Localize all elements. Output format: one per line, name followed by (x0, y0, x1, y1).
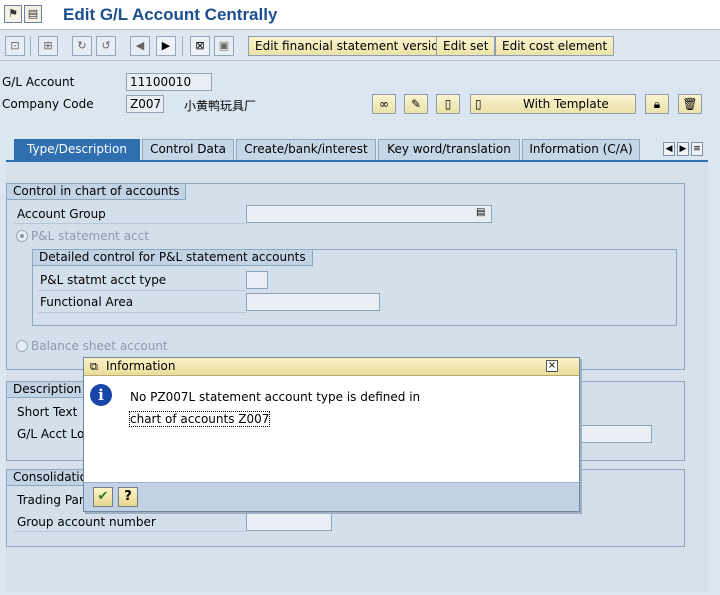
page-title: Edit G/L Account Centrally (63, 5, 278, 24)
confirm-check-icon[interactable]: ✔ (93, 487, 113, 507)
dialog-window-icon: ⧉ (90, 360, 98, 373)
pencil-icon[interactable]: ✎ (404, 94, 428, 114)
dialog-title: Information (106, 359, 176, 373)
tab-list-icon[interactable]: ≡ (691, 142, 703, 156)
dropdown-icon[interactable]: ▤ (476, 207, 485, 218)
tab-information-ca[interactable]: Information (C/A) (522, 139, 640, 160)
account-group-dropdown[interactable] (246, 205, 492, 223)
title-bar: ⚑ ▤ Edit G/L Account Centrally (0, 0, 720, 30)
company-code-field[interactable]: Z007 (126, 95, 164, 113)
trash-icon[interactable]: 🗑︎ (678, 94, 702, 114)
info-icon: i (90, 384, 112, 406)
gl-account-field[interactable]: 11100010 (126, 73, 212, 91)
application-toolbar: ⊡ ⊞ ↻ ↺ ◀ ▶ ⊠ ▣ Edit financial statement… (0, 31, 720, 61)
toolbar-separator (182, 36, 183, 56)
account-group-label: Account Group (17, 207, 106, 221)
tab-control-data[interactable]: Control Data (142, 139, 234, 160)
balance-sheet-label: Balance sheet account (31, 339, 168, 353)
lock-icon[interactable]: 🔒︎ (645, 94, 669, 114)
delete-icon[interactable]: ⊠ (190, 36, 210, 56)
pl-statement-radio[interactable] (16, 230, 28, 242)
functional-area-label: Functional Area (40, 295, 134, 309)
refresh-icon[interactable]: ↻ (72, 36, 92, 56)
dialog-title-bar: ⧉ Information × (84, 358, 579, 376)
functional-area-field[interactable] (246, 293, 380, 311)
dialog-message-line1: No PZ007L statement account type is defi… (130, 390, 421, 404)
tab-scroll-left-icon[interactable]: ◀ (663, 142, 675, 156)
toolbar-separator (30, 36, 31, 56)
pl-statement-label: P&L statement acct (31, 229, 149, 243)
trading-partner-label: Trading Part (17, 493, 89, 507)
system-menu-icon[interactable]: ▤ (24, 5, 42, 23)
balance-sheet-radio[interactable] (16, 340, 28, 352)
company-name: 小黄鸭玩具厂 (184, 99, 257, 113)
menu-icon[interactable]: ⚑ (4, 5, 22, 23)
new-document-icon[interactable]: ▯ (436, 94, 460, 114)
row-divider (38, 312, 246, 313)
pl-detail-group: Detailed control for P&L statement accou… (32, 249, 677, 326)
dialog-message-line2: chart of accounts Z007 (128, 411, 271, 427)
close-icon[interactable]: × (546, 360, 558, 372)
long-text-field[interactable] (578, 425, 652, 443)
document-icon[interactable]: ▣ (214, 36, 234, 56)
other-object-icon[interactable]: ⊡ (5, 36, 25, 56)
company-code-label: Company Code (2, 97, 94, 111)
pl-type-label: P&L statmt acct type (40, 273, 167, 287)
display-change-icon[interactable]: ⊞ (38, 36, 58, 56)
gl-account-label: G/L Account (2, 75, 75, 89)
edit-fs-version-button[interactable]: Edit financial statement version (248, 36, 454, 56)
tab-keyword-translation[interactable]: Key word/translation (378, 139, 520, 160)
group-title: Detailed control for P&L statement accou… (33, 250, 313, 266)
with-template-button[interactable]: ▯ With Template (470, 94, 636, 114)
help-icon[interactable]: ? (118, 487, 138, 507)
dialog-footer: ✔ ? (84, 482, 579, 511)
with-template-label: With Template (523, 97, 609, 111)
group-account-field[interactable] (246, 513, 332, 531)
title-icons: ⚑ ▤ (4, 5, 42, 23)
tab-type-description[interactable]: Type/Description (14, 139, 140, 161)
row-divider (38, 290, 246, 291)
group-account-label: Group account number (17, 515, 156, 529)
short-text-label: Short Text (17, 405, 78, 419)
edit-set-button[interactable]: Edit set (436, 36, 496, 56)
row-divider (14, 531, 246, 532)
template-document-icon: ▯ (475, 97, 482, 111)
group-title: Control in chart of accounts (7, 184, 187, 200)
row-divider (14, 223, 246, 224)
information-dialog: ⧉ Information × i No PZ007L statement ac… (83, 357, 580, 512)
next-icon[interactable]: ▶ (156, 36, 176, 56)
long-text-label: G/L Acct Lo (17, 427, 85, 441)
previous-icon[interactable]: ◀ (130, 36, 150, 56)
edit-cost-element-button[interactable]: Edit cost element (495, 36, 615, 56)
glasses-icon[interactable]: ∞ (372, 94, 396, 114)
undo-icon[interactable]: ↺ (96, 36, 116, 56)
tab-scroll-right-icon[interactable]: ▶ (677, 142, 689, 156)
pl-type-field[interactable] (246, 271, 268, 289)
tab-create-bank-interest[interactable]: Create/bank/interest (236, 139, 376, 160)
